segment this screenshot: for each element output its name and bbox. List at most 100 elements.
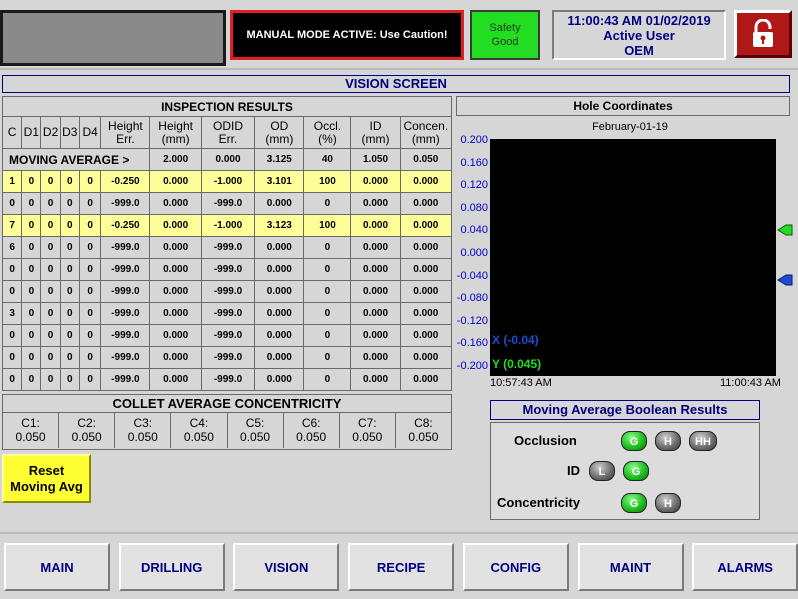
lock-button[interactable] [734,10,792,58]
table-cell: 0 [40,280,61,303]
table-cell: 0 [78,368,102,391]
table-cell: 0 [21,236,42,259]
table-cell: 0.000 [254,368,305,391]
y-tick-label: -0.160 [456,337,488,350]
table-cell: 0.000 [149,324,202,347]
boolean-indicator: L [589,461,615,481]
table-cell: 0.000 [399,192,453,215]
boolean-row-label: Occlusion [514,433,577,448]
table-cell: 0.000 [254,302,305,325]
table-cell: 7 [1,214,23,237]
boolean-indicator: G [621,493,647,513]
table-cell: 0.000 [350,192,401,215]
column-header: Occl. (%) [303,116,352,149]
table-cell: 0.000 [254,192,305,215]
table-cell: 0.000 [149,236,202,259]
moving-average-value: 0.050 [399,148,453,171]
nav-button-alarms[interactable]: ALARMS [692,543,798,591]
boolean-results-panel: Occlusion G H HH ID L G Concentricity G H [490,422,760,520]
table-cell: 0.000 [399,214,453,237]
y-tick-label: -0.200 [456,360,488,372]
moving-average-value: 40 [303,148,352,171]
table-row: 0 0 0 0 0 -999.0 0.000 -999.0 0.000 0 0.000 0.000 [1,368,453,391]
table-cell: 0 [59,324,80,347]
collet-cell: C4: 0.050 [171,413,228,448]
table-cell: 0.000 [149,302,202,325]
table-cell: 0.000 [399,346,453,369]
manual-mode-banner: MANUAL MODE ACTIVE: Use Caution! [230,10,464,60]
table-cell: 0 [303,258,352,281]
boolean-indicator: H [655,431,681,451]
table-cell: 0.000 [254,324,305,347]
table-cell: 0 [40,258,61,281]
table-cell: 0 [59,214,80,237]
reset-moving-avg-button[interactable]: Reset Moving Avg [2,454,91,503]
y-tick-label: -0.120 [456,314,488,327]
y-tick-label: 0.120 [460,179,488,192]
blank-status-box [0,10,226,66]
table-cell: -999.0 [100,346,151,369]
table-cell: 0 [40,236,61,259]
table-row: 3 0 0 0 0 -999.0 0.000 -999.0 0.000 0 0.000 0.000 [1,302,453,325]
nav-button-drilling[interactable]: DRILLING [118,543,225,591]
nav-button-vision[interactable]: VISION [233,543,340,591]
collet-cell: C1: 0.050 [3,413,60,448]
table-cell: 0 [40,192,61,215]
y-tick-label: -0.080 [456,292,488,305]
table-cell: 0 [1,258,23,281]
table-cell: -999.0 [200,236,256,259]
y-tick-label: 0.200 [460,134,488,146]
collet-value: 0.050 [15,430,46,444]
x-axis-end: 11:00:43 AM [720,377,781,389]
screen-title: VISION SCREEN [2,75,790,93]
column-header: Height Err. [100,116,151,149]
table-cell: 0 [303,192,352,215]
nav-button-maint[interactable]: MAINT [577,543,684,591]
table-cell: 0 [21,258,42,281]
table-cell: 0.000 [399,236,453,259]
table-cell: 0 [40,170,61,193]
table-cell: 0 [78,236,102,259]
table-cell: -999.0 [100,192,151,215]
table-cell: 0.000 [350,302,401,325]
collet-value: 0.050 [352,430,383,444]
table-cell: 100 [303,170,352,193]
table-cell: 0 [59,346,80,369]
nav-button-config[interactable]: CONFIG [462,543,569,591]
user-info-box: 11:00:43 AM 01/02/2019 Active User OEM [552,10,726,60]
nav-button-recipe[interactable]: RECIPE [348,543,455,591]
table-row: 0 0 0 0 0 -999.0 0.000 -999.0 0.000 0 0.000 0.000 [1,346,453,369]
collet-label: C2: [77,416,97,430]
table-cell: 0 [21,302,42,325]
moving-average-value: 2.000 [149,148,202,171]
reset-label-1: Reset [28,462,65,478]
nav-button-main[interactable]: MAIN [4,543,110,591]
table-cell: 0.000 [399,302,453,325]
table-cell: 0.000 [350,346,401,369]
datetime: 11:00:43 AM 01/02/2019 [567,13,711,28]
column-header: D1 [21,116,42,149]
table-row: 0 0 0 0 0 -999.0 0.000 -999.0 0.000 0 0.000 0.000 [1,192,453,215]
table-cell: 0.000 [350,214,401,237]
boolean-indicator: G [621,431,647,451]
table-row: 0 0 0 0 0 -999.0 0.000 -999.0 0.000 0 0.000 0.000 [1,258,453,281]
table-cell: -999.0 [100,324,151,347]
table-cell: -999.0 [200,346,256,369]
table-cell: 0 [59,302,80,325]
table-cell: 0 [78,302,102,325]
collet-cell: C5: 0.050 [228,413,284,448]
table-row: 1 0 0 0 0 -0.250 0.000 -1.000 3.101 100 0.000 0.000 [1,170,453,193]
moving-average-value: 3.125 [254,148,305,171]
table-cell: 0 [21,192,42,215]
table-cell: 0 [303,236,352,259]
column-header: Concen. (mm) [399,116,453,149]
collet-value: 0.050 [296,430,327,444]
collet-cell: C6: 0.050 [284,413,340,448]
boolean-row-label: Concentricity [497,495,581,510]
table-cell: 0.000 [350,236,401,259]
table-cell: -999.0 [100,258,151,281]
inspection-title: INSPECTION RESULTS [2,96,452,117]
inspection-results-table: INSPECTION RESULTS C D1 D2 D3 D4 Height Err. H… [1,96,453,392]
collet-cell: C3: 0.050 [115,413,172,448]
collet-label: C6: [301,416,321,430]
